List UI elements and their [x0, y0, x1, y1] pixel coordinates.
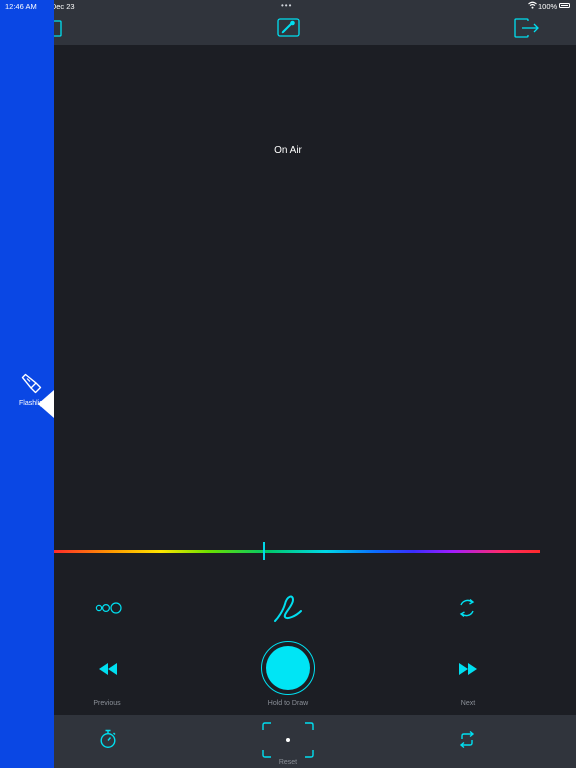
- color-spectrum-slider[interactable]: [54, 550, 540, 553]
- color-slider-handle[interactable]: [263, 542, 265, 560]
- stroke-style-icon[interactable]: [272, 592, 304, 624]
- loop-icon[interactable]: [459, 731, 475, 748]
- timer-icon[interactable]: [99, 729, 117, 749]
- record-button[interactable]: [266, 646, 310, 690]
- next-icon[interactable]: [458, 663, 478, 675]
- status-bar: 12:46 AM Fri Dec 23 ••• 100%: [0, 0, 576, 12]
- panel-status-time: 12:46 AM: [5, 2, 37, 11]
- top-toolbar: [0, 12, 576, 45]
- previous-icon[interactable]: [98, 663, 118, 675]
- refresh-icon[interactable]: [457, 598, 477, 618]
- exit-icon[interactable]: [514, 18, 540, 38]
- on-air-status: On Air: [274, 145, 302, 156]
- hold-to-draw-label: Hold to Draw: [267, 700, 309, 707]
- color-picker-icon[interactable]: [277, 18, 300, 38]
- battery-percent: 100%: [538, 2, 558, 11]
- previous-label: Previous: [93, 700, 121, 707]
- multitask-dots[interactable]: •••: [281, 1, 292, 10]
- next-label: Next: [460, 700, 476, 707]
- side-panel[interactable]: 12:46 AM Flashligh: [0, 0, 54, 768]
- reset-label: Reset: [278, 759, 298, 766]
- flashlight-label: Flashligh: [19, 400, 48, 407]
- battery-icon: [559, 3, 570, 8]
- reset-frame-icon[interactable]: [262, 722, 314, 758]
- brush-size-icon[interactable]: [95, 601, 123, 615]
- wifi-icon: [528, 1, 537, 9]
